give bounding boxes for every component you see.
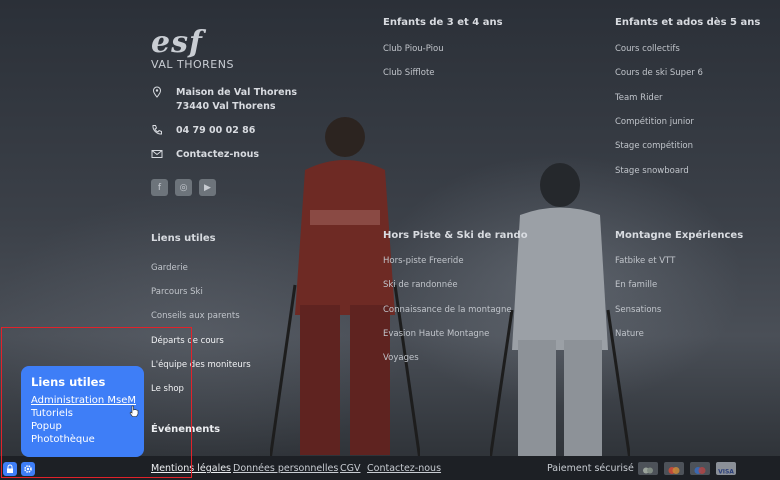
offpiste-column-title: Hors Piste & Ski de rando: [383, 230, 528, 241]
kids-column-title: Enfants de 3 et 4 ans: [383, 17, 503, 28]
gear-icon: [24, 465, 32, 473]
visa-icon: VISA: [716, 462, 736, 476]
offpiste-link-4[interactable]: Evasion Haute Montagne: [383, 329, 489, 339]
offpiste-link-5[interactable]: Voyages: [383, 353, 419, 363]
footer-link-cgv[interactable]: CGV: [340, 463, 361, 474]
mail-icon: [151, 150, 163, 158]
youtube-icon[interactable]: ▶: [199, 179, 216, 196]
kids-link-sifflote[interactable]: Club Sifflote: [383, 68, 435, 78]
location-pin-icon: [152, 86, 162, 98]
teens-link-1[interactable]: Cours collectifs: [615, 44, 680, 54]
teens-link-5[interactable]: Stage compétition: [615, 141, 693, 151]
mountain-column-title: Montagne Expériences: [615, 230, 744, 241]
mastercard-icon: [664, 462, 684, 475]
lock-button[interactable]: [3, 462, 17, 476]
settings-button[interactable]: [21, 462, 35, 476]
teens-link-3[interactable]: Team Rider: [615, 93, 663, 103]
offpiste-link-1[interactable]: Hors-piste Freeride: [383, 256, 464, 266]
address-line2: 73440 Val Thorens: [176, 101, 276, 112]
offpiste-link-2[interactable]: Ski de randonnée: [383, 280, 458, 290]
logo-mark: esf: [151, 25, 203, 60]
address-line1: Maison de Val Thorens: [176, 87, 298, 98]
teens-column-title: Enfants et ados dès 5 ans: [615, 17, 761, 28]
teens-link-6[interactable]: Stage snowboard: [615, 166, 689, 176]
kids-link-piou-piou[interactable]: Club Piou-Piou: [383, 44, 444, 54]
phone-number: 04 79 00 02 86: [176, 125, 256, 136]
payment-label: Paiement sécurisé: [547, 463, 634, 474]
useful-link-parcours[interactable]: Parcours Ski: [151, 287, 203, 297]
address-block: Maison de Val Thorens 73440 Val Thorens: [151, 86, 297, 114]
footer-link-donnees[interactable]: Données personnelles: [233, 463, 338, 474]
mountain-link-2[interactable]: En famille: [615, 280, 657, 290]
useful-link-conseils[interactable]: Conseils aux parents: [151, 311, 240, 321]
popup-item-popup[interactable]: Popup: [31, 420, 144, 433]
mountain-link-4[interactable]: Nature: [615, 329, 644, 339]
popup-item-administration[interactable]: Administration MseM: [31, 394, 144, 407]
card-generic-icon: [638, 462, 658, 475]
offpiste-link-3[interactable]: Connaissance de la montagne: [383, 305, 512, 315]
phone-block[interactable]: 04 79 00 02 86: [151, 124, 255, 138]
useful-link-garderie[interactable]: Garderie: [151, 263, 188, 273]
lock-icon: [7, 464, 13, 473]
popup-title: Liens utiles: [31, 375, 106, 389]
facebook-icon[interactable]: f: [151, 179, 168, 196]
mountain-link-3[interactable]: Sensations: [615, 305, 661, 315]
instagram-icon[interactable]: ◎: [175, 179, 192, 196]
popup-item-tutoriels[interactable]: Tutoriels: [31, 407, 144, 420]
popup-item-phototheque[interactable]: Photothèque: [31, 433, 144, 446]
mountain-link-1[interactable]: Fatbike et VTT: [615, 256, 675, 266]
esf-logo[interactable]: esf VAL THORENS: [151, 25, 261, 72]
social-links: f ◎ ▶: [151, 179, 216, 196]
phone-icon: [152, 125, 162, 135]
maestro-icon: [690, 462, 710, 475]
logo-subtitle: VAL THORENS: [151, 58, 234, 71]
teens-link-4[interactable]: Compétition junior: [615, 117, 694, 127]
contact-link: Contactez-nous: [176, 149, 260, 160]
useful-column-title: Liens utiles: [151, 233, 216, 244]
svg-text:VISA: VISA: [718, 469, 734, 476]
hand-cursor-icon: [129, 405, 139, 417]
footer-link-contact[interactable]: Contactez-nous: [367, 463, 441, 474]
useful-links-popup: Liens utiles Administration MseM Tutorie…: [21, 366, 144, 457]
teens-link-2[interactable]: Cours de ski Super 6: [615, 68, 703, 78]
contact-block[interactable]: Contactez-nous: [151, 148, 259, 162]
